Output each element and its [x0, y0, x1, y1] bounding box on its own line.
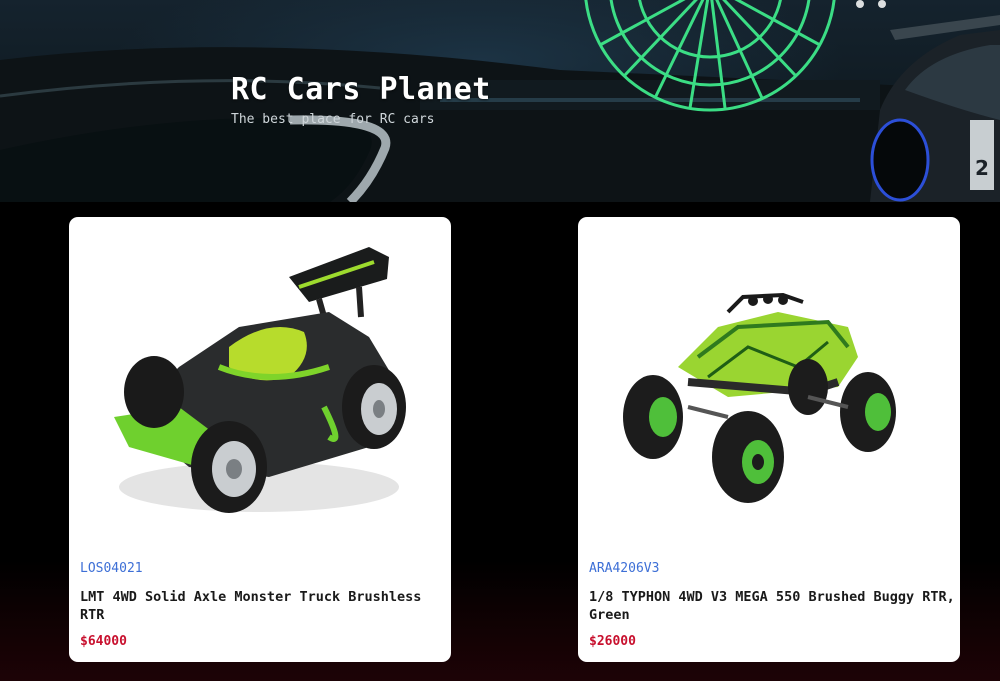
site-title: RC Cars Planet: [231, 72, 491, 107]
hero-background-image: 2: [0, 0, 1000, 202]
product-name[interactable]: 1/8 TYPHON 4WD V3 MEGA 550 Brushed Buggy…: [589, 588, 955, 624]
svg-text:2: 2: [975, 156, 989, 180]
hero-banner: 2 RC Cars Planet The best place for RC c…: [0, 0, 1000, 202]
product-image[interactable]: [69, 217, 451, 547]
site-subtitle: The best place for RC cars: [231, 112, 435, 127]
product-price: $26000: [589, 634, 636, 649]
page: 2 RC Cars Planet The best place for RC c…: [0, 0, 1000, 681]
product-card[interactable]: ARA4206V3 1/8 TYPHON 4WD V3 MEGA 550 Bru…: [578, 217, 960, 662]
product-sku: ARA4206V3: [589, 561, 660, 576]
product-image[interactable]: [578, 217, 960, 547]
product-card[interactable]: LOS04021 LMT 4WD Solid Axle Monster Truc…: [69, 217, 451, 662]
product-price: $64000: [80, 634, 127, 649]
product-sku: LOS04021: [80, 561, 143, 576]
product-name[interactable]: LMT 4WD Solid Axle Monster Truck Brushle…: [80, 588, 446, 624]
